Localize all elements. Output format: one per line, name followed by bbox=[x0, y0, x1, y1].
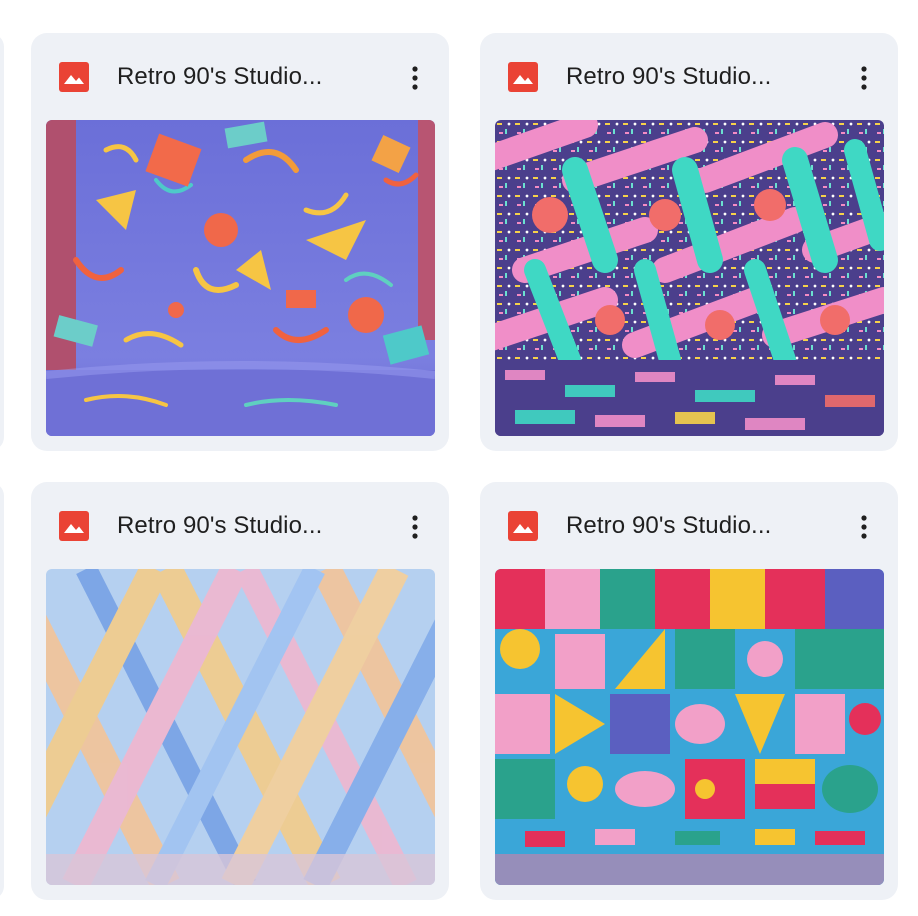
image-thumbnail[interactable] bbox=[46, 569, 435, 885]
image-file-icon bbox=[59, 511, 89, 541]
more-options-button[interactable] bbox=[395, 58, 435, 98]
file-title[interactable]: Retro 90's Studio... bbox=[566, 61, 771, 93]
partial-card-left[interactable] bbox=[0, 482, 4, 900]
file-card[interactable]: Retro 90's Studio... bbox=[31, 482, 449, 900]
file-card-header: Retro 90's Studio... bbox=[31, 33, 449, 119]
more-vert-icon bbox=[412, 66, 418, 90]
more-vert-icon bbox=[861, 515, 867, 539]
image-file-icon bbox=[508, 511, 538, 541]
more-options-button[interactable] bbox=[844, 58, 884, 98]
file-card[interactable]: Retro 90's Studio... bbox=[480, 482, 898, 900]
image-thumbnail[interactable] bbox=[495, 120, 884, 436]
file-title[interactable]: Retro 90's Studio... bbox=[117, 61, 322, 93]
partial-card-left[interactable] bbox=[0, 33, 4, 451]
file-title[interactable]: Retro 90's Studio... bbox=[566, 510, 771, 542]
more-vert-icon bbox=[861, 66, 867, 90]
file-card-header: Retro 90's Studio... bbox=[480, 482, 898, 568]
image-file-icon bbox=[59, 62, 89, 92]
file-card[interactable]: Retro 90's Studio... bbox=[480, 33, 898, 451]
image-thumbnail[interactable] bbox=[46, 120, 435, 436]
image-file-icon bbox=[508, 62, 538, 92]
file-card-header: Retro 90's Studio... bbox=[31, 482, 449, 568]
more-options-button[interactable] bbox=[395, 507, 435, 547]
image-thumbnail[interactable] bbox=[495, 569, 884, 885]
file-card[interactable]: Retro 90's Studio... bbox=[31, 33, 449, 451]
more-vert-icon bbox=[412, 515, 418, 539]
file-title[interactable]: Retro 90's Studio... bbox=[117, 510, 322, 542]
more-options-button[interactable] bbox=[844, 507, 884, 547]
file-card-header: Retro 90's Studio... bbox=[480, 33, 898, 119]
